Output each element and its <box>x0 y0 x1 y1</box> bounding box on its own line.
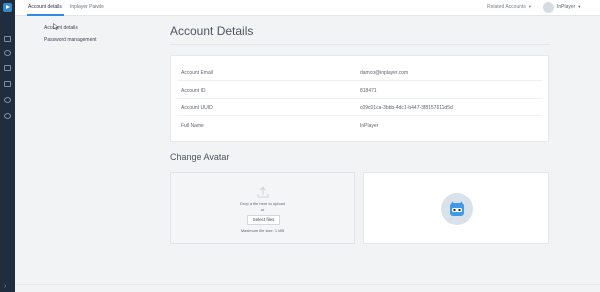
upload-icon <box>257 186 269 198</box>
dashboard-icon[interactable] <box>4 36 11 42</box>
expand-icon[interactable]: › <box>4 283 6 290</box>
full-name-value: InPlayer <box>360 123 379 129</box>
related-accounts-label: Related Accounts <box>487 4 526 10</box>
select-files-button[interactable]: Select files <box>247 215 280 225</box>
change-avatar-heading: Change Avatar <box>170 152 230 162</box>
chevron-down-icon: ▼ <box>577 4 582 9</box>
settings-subnav: Account details Password management <box>15 16 150 284</box>
mouse-cursor-icon <box>53 23 59 30</box>
row-divider <box>177 98 542 99</box>
analytics-icon[interactable] <box>4 65 11 71</box>
full-name-label: Full Name <box>181 123 204 129</box>
settings-icon[interactable] <box>4 97 11 103</box>
chevron-down-icon: ▼ <box>527 4 532 9</box>
max-file-size-text: Maximum file size: 1 MB <box>240 228 285 233</box>
avatar-dropzone[interactable]: Drop a file here to upload or Select fil… <box>170 172 355 244</box>
play-logo-icon[interactable] <box>3 3 12 12</box>
top-bar: Account details Inplayer Paiwle Related … <box>15 0 600 16</box>
account-details-card: Account Email damco@inplayer.com Account… <box>170 55 549 142</box>
title-divider <box>170 44 550 45</box>
subnav-item-password-management[interactable]: Password management <box>44 37 97 43</box>
app-sidebar-rail: › <box>0 0 15 292</box>
avatar <box>441 193 473 225</box>
assets-icon[interactable] <box>4 50 11 56</box>
drop-hint: Drop a file here to upload <box>240 201 285 206</box>
footer-bar <box>15 284 600 292</box>
subnav-item-account-details[interactable]: Account details <box>44 25 78 31</box>
user-icon[interactable] <box>4 113 11 119</box>
reports-icon[interactable] <box>4 81 11 87</box>
account-id-value: 818471 <box>360 88 377 94</box>
account-email-value: damco@inplayer.com <box>360 70 409 76</box>
page-title: Account Details <box>170 24 254 38</box>
account-uuid-value: c09c01ca-3bbb-4dc1-b447-3f8157611d5d <box>360 105 453 111</box>
or-text: or <box>260 207 265 212</box>
avatar-preview-card <box>363 172 549 244</box>
tab-account-details[interactable]: Account details <box>28 4 62 10</box>
tab-inplayer-paywall[interactable]: Inplayer Paiwle <box>70 4 104 10</box>
row-divider <box>177 115 542 116</box>
user-name: InPlayer <box>557 4 576 10</box>
row-divider <box>177 80 542 81</box>
account-uuid-label: Account UUID <box>181 105 213 111</box>
robot-avatar-icon <box>450 201 464 216</box>
related-accounts-dropdown[interactable]: Related Accounts ▼ <box>487 4 532 10</box>
account-email-label: Account Email <box>181 70 213 76</box>
avatar <box>543 2 554 13</box>
account-id-label: Account ID <box>181 88 206 94</box>
